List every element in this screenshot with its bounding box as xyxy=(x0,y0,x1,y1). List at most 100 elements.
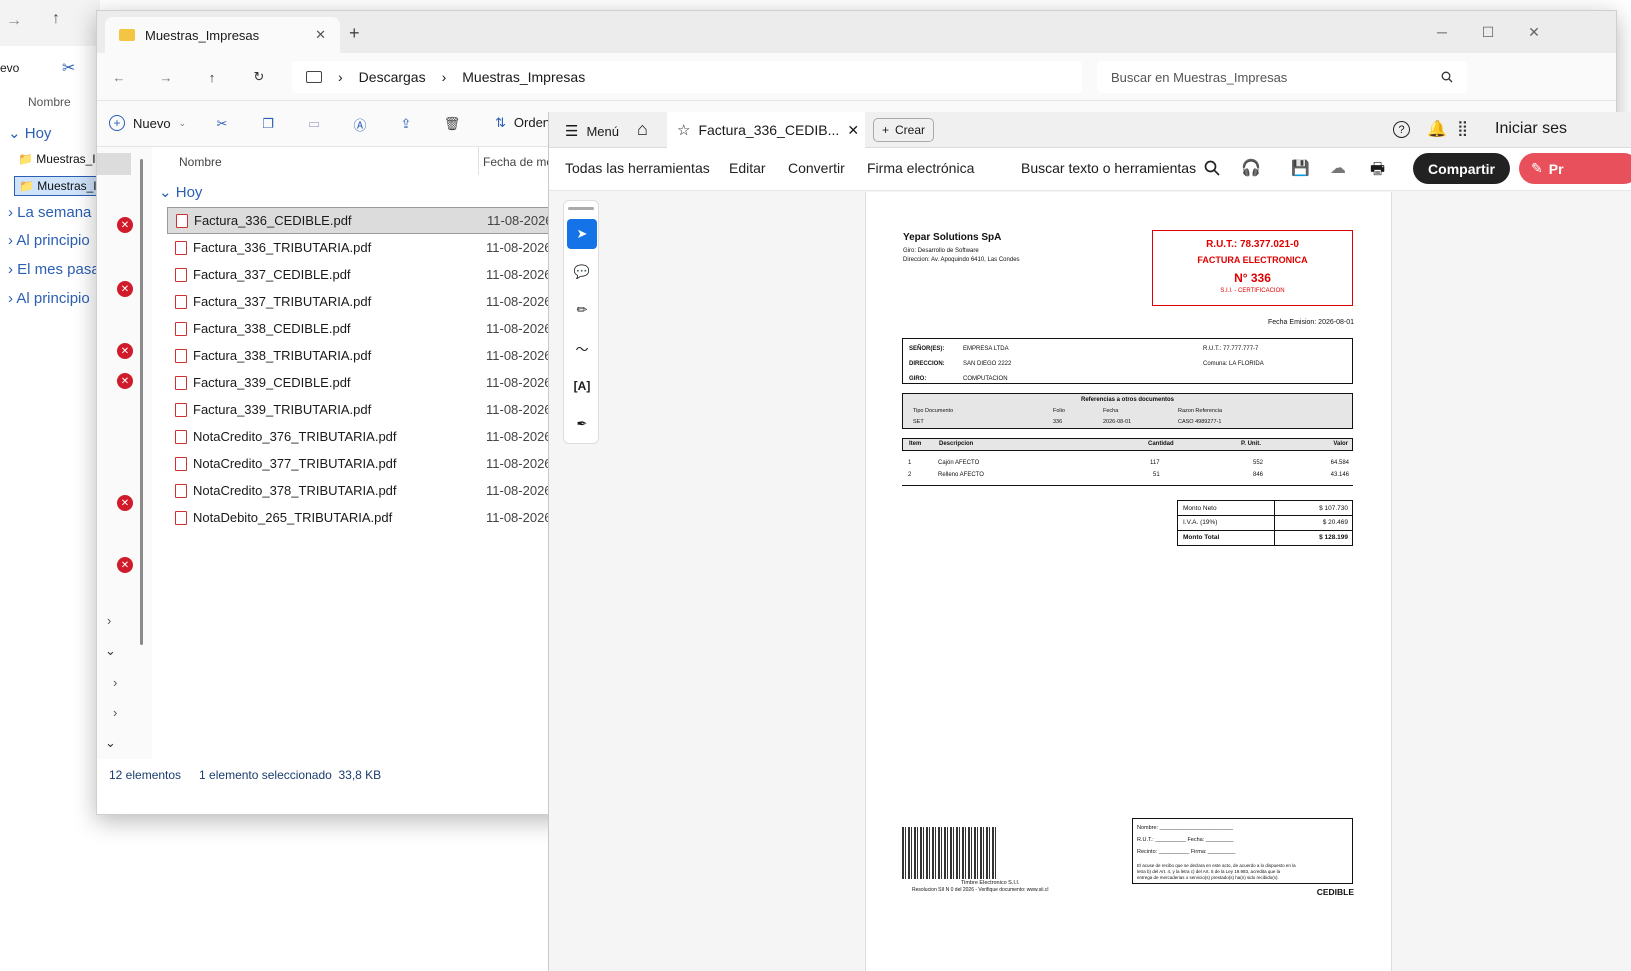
pdf-file-icon xyxy=(175,456,187,471)
column-name-header[interactable]: Nombre xyxy=(179,155,222,169)
tree-folder-1[interactable]: 📁 Muestras_Im xyxy=(18,152,106,166)
up-arrow-icon[interactable]: ↑ xyxy=(200,65,224,89)
highlight-pen-icon[interactable]: ✏ xyxy=(567,295,597,325)
item-cell: 552 xyxy=(1253,460,1264,466)
headphones-icon[interactable]: 🎧 xyxy=(1241,158,1261,178)
totals-box: Monto Neto $ 107.730 I.V.A. (19%) $ 20.4… xyxy=(1177,500,1353,546)
column-date-header[interactable]: Fecha de mo xyxy=(483,155,553,169)
create-button[interactable]: + Crear xyxy=(873,118,935,142)
doc-type: FACTURA ELECTRONICA xyxy=(1197,255,1308,265)
rename-icon[interactable]: Ⓐ xyxy=(349,113,371,135)
document-tab[interactable]: ☆ Factura_336_CEDIB... ✕ xyxy=(667,112,865,148)
share-icon[interactable]: ⇪ xyxy=(395,113,417,135)
tree-group-mes-pasado[interactable]: › El mes pasa xyxy=(8,261,100,278)
bell-icon[interactable]: 🔔 xyxy=(1427,119,1447,139)
sii-label: S.I.I. - CERTIFICACION xyxy=(1220,288,1285,294)
apps-grid-icon[interactable]: ⣿ xyxy=(1457,119,1468,137)
file-name: Factura_338_CEDIBLE.pdf xyxy=(193,321,351,336)
breadcrumb-muestras[interactable]: Muestras_Impresas xyxy=(462,69,585,85)
refresh-icon[interactable]: ↻ xyxy=(247,65,271,89)
ref-cell: 336 xyxy=(1053,419,1063,425)
text-select-icon[interactable]: [A] xyxy=(567,371,597,401)
tree-group-hoy[interactable]: ⌄ Hoy xyxy=(8,124,51,142)
plus-circle-icon: + xyxy=(109,115,125,131)
print-icon[interactable]: 🖶 xyxy=(1370,158,1385,185)
chevron-right-icon[interactable]: › xyxy=(107,613,111,628)
help-icon[interactable]: ? xyxy=(1393,121,1410,138)
explorer-tab[interactable]: Muestras_Impresas ✕ xyxy=(105,17,340,53)
pdf-file-icon xyxy=(175,510,187,525)
chevron-down-icon[interactable]: ⌄ xyxy=(105,643,116,659)
new-button[interactable]: + Nuevo ⌄ xyxy=(109,115,186,131)
search-icon xyxy=(1441,71,1453,83)
delete-icon[interactable]: 🗑 xyxy=(441,113,463,135)
tool-convert[interactable]: Convertir xyxy=(788,160,845,176)
totals-value: $ 20.469 xyxy=(1322,519,1348,526)
client-rut: R.U.T.: 77.777.777-7 xyxy=(1203,346,1259,352)
cut-icon[interactable]: ✂ xyxy=(62,58,75,78)
quick-tools-panel: ➤ 💬 ✏ 〜 [A] ✒ xyxy=(563,200,599,444)
tool-esign[interactable]: Firma electrónica xyxy=(867,160,974,176)
sort-icon: ⇅ xyxy=(495,115,506,130)
tree-group-semana[interactable]: › La semana xyxy=(8,204,91,221)
menu-button[interactable]: ☰ Menú xyxy=(565,122,619,140)
items-header: Item Descripcion Cantidad P. Unit. Valor xyxy=(902,438,1353,451)
search-icon xyxy=(1204,160,1220,176)
tree-group-principio-2[interactable]: › Al principio xyxy=(8,290,90,307)
forward-arrow-icon[interactable]: → xyxy=(6,12,22,30)
group-header-hoy[interactable]: ⌄ Hoy xyxy=(159,183,202,201)
new-tab-button[interactable]: + xyxy=(349,23,360,44)
tree-label: Hoy xyxy=(24,125,52,142)
cloud-upload-icon[interactable]: ☁ xyxy=(1330,158,1346,178)
folder-icon xyxy=(119,29,135,41)
error-badge-icon: ✕ xyxy=(117,281,133,297)
cut-icon[interactable]: ✂ xyxy=(211,113,233,135)
panel-grip[interactable] xyxy=(568,207,594,210)
address-bar-row: ← → ↑ ↻ › Descargas › Muestras_Impresas … xyxy=(97,53,1616,101)
search-input[interactable]: Buscar en Muestras_Impresas xyxy=(1097,61,1467,93)
sign-pen-icon[interactable]: ✒ xyxy=(567,409,597,439)
sign-in-link[interactable]: Iniciar ses xyxy=(1495,120,1567,138)
star-icon[interactable]: ☆ xyxy=(677,121,690,139)
pdf-file-icon xyxy=(175,294,187,309)
home-icon[interactable]: ⌂ xyxy=(637,119,648,140)
nav-selected-item[interactable] xyxy=(97,153,131,175)
acuse-legal: letra b) del Art. 4, y la letra c) del A… xyxy=(1137,869,1281,874)
tool-edit[interactable]: Editar xyxy=(729,160,766,176)
new-button-fragment[interactable]: evo xyxy=(0,61,19,75)
nav-scrollbar[interactable] xyxy=(140,159,143,645)
sparkle-chat-icon: ✎ xyxy=(1531,160,1543,176)
select-cursor-icon[interactable]: ➤ xyxy=(567,219,597,249)
close-tab-icon[interactable]: ✕ xyxy=(315,27,326,43)
copy-icon[interactable]: ❐ xyxy=(257,113,279,135)
company-address: Direccion: Av. Apoquindo 6410, Las Conde… xyxy=(903,257,1020,263)
chevron-down-icon[interactable]: ⌄ xyxy=(105,735,116,751)
save-icon[interactable]: 💾 xyxy=(1291,159,1310,177)
draw-freehand-icon[interactable]: 〜 xyxy=(567,333,597,363)
hamburger-icon: ☰ xyxy=(565,123,579,140)
paste-icon[interactable]: ▭ xyxy=(303,113,325,135)
error-badge-icon: ✕ xyxy=(117,557,133,573)
close-window-icon[interactable]: ✕ xyxy=(1511,17,1557,47)
column-name-header[interactable]: Nombre xyxy=(28,95,71,109)
forward-arrow-icon[interactable]: → xyxy=(154,65,178,89)
column-divider[interactable] xyxy=(478,147,479,175)
maximize-icon[interactable]: ☐ xyxy=(1465,17,1511,47)
timbre-label: Timbre Electronico S.I.I. xyxy=(961,880,1020,886)
premium-button[interactable]: ✎ Pr xyxy=(1519,153,1631,184)
close-tab-icon[interactable]: ✕ xyxy=(847,122,859,139)
chevron-down-icon: ⌄ xyxy=(178,117,187,128)
chevron-right-icon[interactable]: › xyxy=(113,705,117,720)
ref-cell: 2026-08-01 xyxy=(1103,419,1132,425)
breadcrumb-descargas[interactable]: Descargas xyxy=(359,69,426,85)
breadcrumb[interactable]: › Descargas › Muestras_Impresas xyxy=(292,61,1082,93)
minimize-icon[interactable]: ─ xyxy=(1419,17,1465,47)
share-button[interactable]: Compartir xyxy=(1413,153,1510,184)
chevron-right-icon[interactable]: › xyxy=(113,675,117,690)
comment-icon[interactable]: 💬 xyxy=(567,257,597,287)
back-arrow-icon[interactable]: ← xyxy=(107,65,131,89)
tree-group-principio-1[interactable]: › Al principio xyxy=(8,232,90,249)
tool-all-tools[interactable]: Todas las herramientas xyxy=(565,160,710,176)
search-tools-button[interactable]: Buscar texto o herramientas xyxy=(1021,160,1220,176)
up-arrow-icon[interactable]: ↑ xyxy=(52,10,60,28)
